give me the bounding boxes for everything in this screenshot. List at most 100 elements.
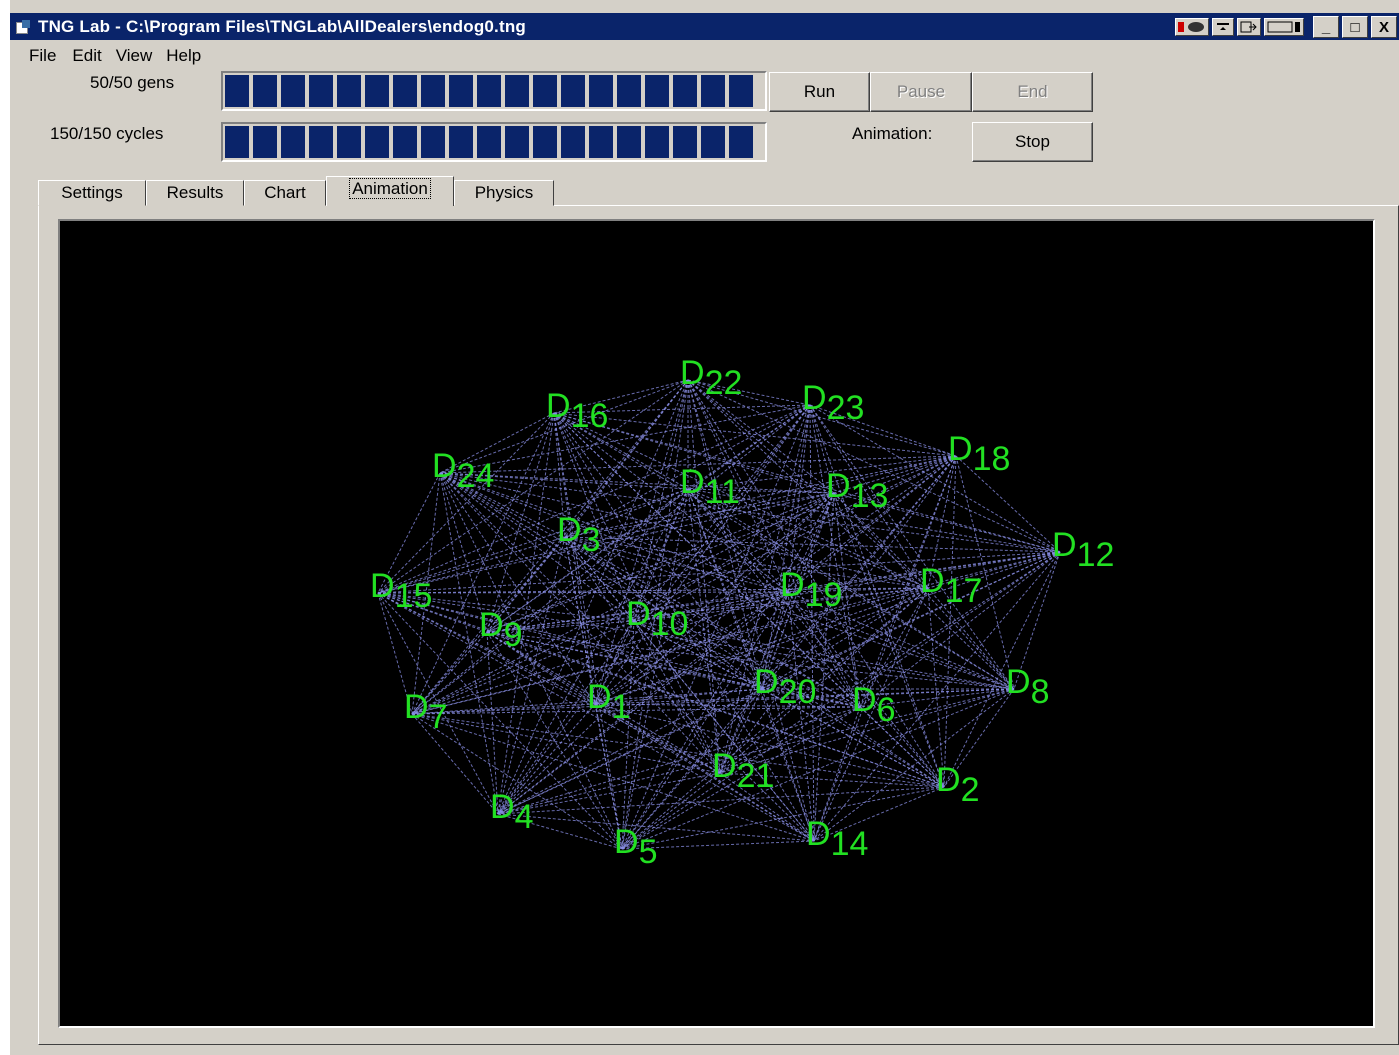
edge — [486, 631, 499, 815]
tab-physics[interactable]: Physics — [454, 180, 554, 206]
tab-results[interactable]: Results — [146, 180, 244, 206]
end-button[interactable]: End — [972, 72, 1093, 112]
edge — [411, 404, 811, 715]
node-d5[interactable]: D5 — [614, 823, 657, 871]
title-bar-controls: _ □ X — [1175, 16, 1397, 38]
menu-file[interactable]: File — [10, 44, 66, 68]
node-d2[interactable]: D2 — [936, 761, 979, 809]
menu-bar: File Edit View Help — [10, 44, 211, 68]
progress-block — [729, 75, 753, 107]
menu-view[interactable]: View — [112, 44, 163, 68]
gens-label: 50/50 gens — [90, 73, 175, 92]
tab-chart[interactable]: Chart — [244, 180, 326, 206]
node-d9[interactable]: D9 — [479, 606, 522, 654]
progress-block — [421, 75, 445, 107]
tab-physics-label: Physics — [474, 183, 534, 202]
progress-block — [365, 75, 389, 107]
progress-block — [449, 126, 473, 158]
node-d4[interactable]: D4 — [490, 788, 533, 836]
progress-block — [561, 126, 585, 158]
edge — [411, 713, 499, 815]
progress-block — [589, 126, 613, 158]
node-d1[interactable]: D1 — [587, 678, 630, 726]
edge — [633, 620, 815, 842]
toolbar-window-icon[interactable] — [1264, 18, 1304, 36]
progress-block — [449, 75, 473, 107]
toolbar-record-icon[interactable] — [1175, 18, 1209, 36]
tab-settings-label: Settings — [61, 183, 123, 202]
progress-block — [701, 75, 725, 107]
maximize-button[interactable]: □ — [1342, 16, 1368, 38]
progress-block — [309, 75, 333, 107]
node-d23[interactable]: D23 — [802, 379, 864, 427]
progress-block — [505, 126, 529, 158]
window-title: TNG Lab - C:\Program Files\TNGLab\AllDea… — [38, 16, 527, 36]
progress-block — [701, 126, 725, 158]
progress-block — [309, 126, 333, 158]
node-d20[interactable]: D20 — [754, 663, 816, 711]
node-d12[interactable]: D12 — [1052, 526, 1114, 574]
progress-block — [673, 126, 697, 158]
progress-block — [337, 126, 361, 158]
edge — [761, 404, 811, 690]
toolbar-move-icon[interactable] — [1237, 18, 1261, 36]
node-d18[interactable]: D18 — [948, 430, 1010, 478]
progress-block — [645, 75, 669, 107]
progress-block — [393, 75, 417, 107]
progress-block — [281, 126, 305, 158]
node-d7[interactable]: D7 — [404, 688, 447, 736]
progress-block — [225, 126, 249, 158]
progress-block — [365, 126, 389, 158]
run-button[interactable]: Run — [769, 72, 870, 112]
node-d8[interactable]: D8 — [1006, 663, 1049, 711]
tab-settings[interactable]: Settings — [38, 180, 146, 206]
edge — [486, 412, 555, 633]
progress-block — [477, 126, 501, 158]
node-d16[interactable]: D16 — [546, 387, 608, 435]
tab-animation[interactable]: Animation — [326, 176, 454, 206]
cycles-progress-fill — [225, 126, 763, 158]
window-left-edge — [0, 0, 10, 1055]
node-d6[interactable]: D6 — [852, 681, 895, 729]
gens-progress-bar — [221, 71, 767, 111]
progress-block — [421, 126, 445, 158]
progress-block — [533, 126, 557, 158]
dealer-network-graph: D22 D23D16D18D24 D11 D13D3 D12D15 D19 D17D10D9… — [370, 354, 1114, 871]
edge — [927, 587, 945, 788]
progress-block — [729, 126, 753, 158]
progress-block — [645, 126, 669, 158]
progress-block — [561, 75, 585, 107]
animation-label: Animation: — [852, 124, 933, 143]
node-d22[interactable]: D22 — [680, 354, 742, 402]
progress-block — [617, 126, 641, 158]
progress-block — [589, 75, 613, 107]
menu-edit[interactable]: Edit — [66, 44, 111, 68]
stop-button[interactable]: Stop — [972, 122, 1093, 162]
tab-chart-label: Chart — [264, 183, 306, 202]
progress-block — [477, 75, 501, 107]
edge — [687, 488, 945, 788]
node-d24[interactable]: D24 — [432, 447, 494, 495]
cycles-progress-bar — [221, 122, 767, 162]
edge — [439, 472, 835, 494]
progress-block — [253, 126, 277, 158]
edge — [439, 472, 1061, 553]
node-d15[interactable]: D15 — [370, 567, 432, 615]
progress-block — [225, 75, 249, 107]
progress-block — [533, 75, 557, 107]
progress-block — [617, 75, 641, 107]
title-bar[interactable]: TNG Lab - C:\Program Files\TNGLab\AllDea… — [10, 13, 1399, 40]
edge — [497, 786, 945, 815]
progress-block — [253, 75, 277, 107]
toolbar-rollup-icon[interactable] — [1212, 18, 1234, 36]
animation-canvas[interactable]: D22 D23 D16 D18 D24 D11 D13 D3 D12 D15 D19 D17 D10 D9… — [58, 219, 1375, 1028]
progress-block — [281, 75, 305, 107]
tab-results-label: Results — [166, 183, 224, 202]
progress-block — [337, 75, 361, 107]
pause-button[interactable]: Pause — [870, 72, 972, 112]
close-button[interactable]: X — [1371, 16, 1397, 38]
menu-help[interactable]: Help — [162, 44, 211, 68]
tab-animation-label: Animation — [349, 178, 431, 199]
minimize-button[interactable]: _ — [1313, 16, 1339, 38]
app-icon[interactable] — [16, 19, 32, 34]
